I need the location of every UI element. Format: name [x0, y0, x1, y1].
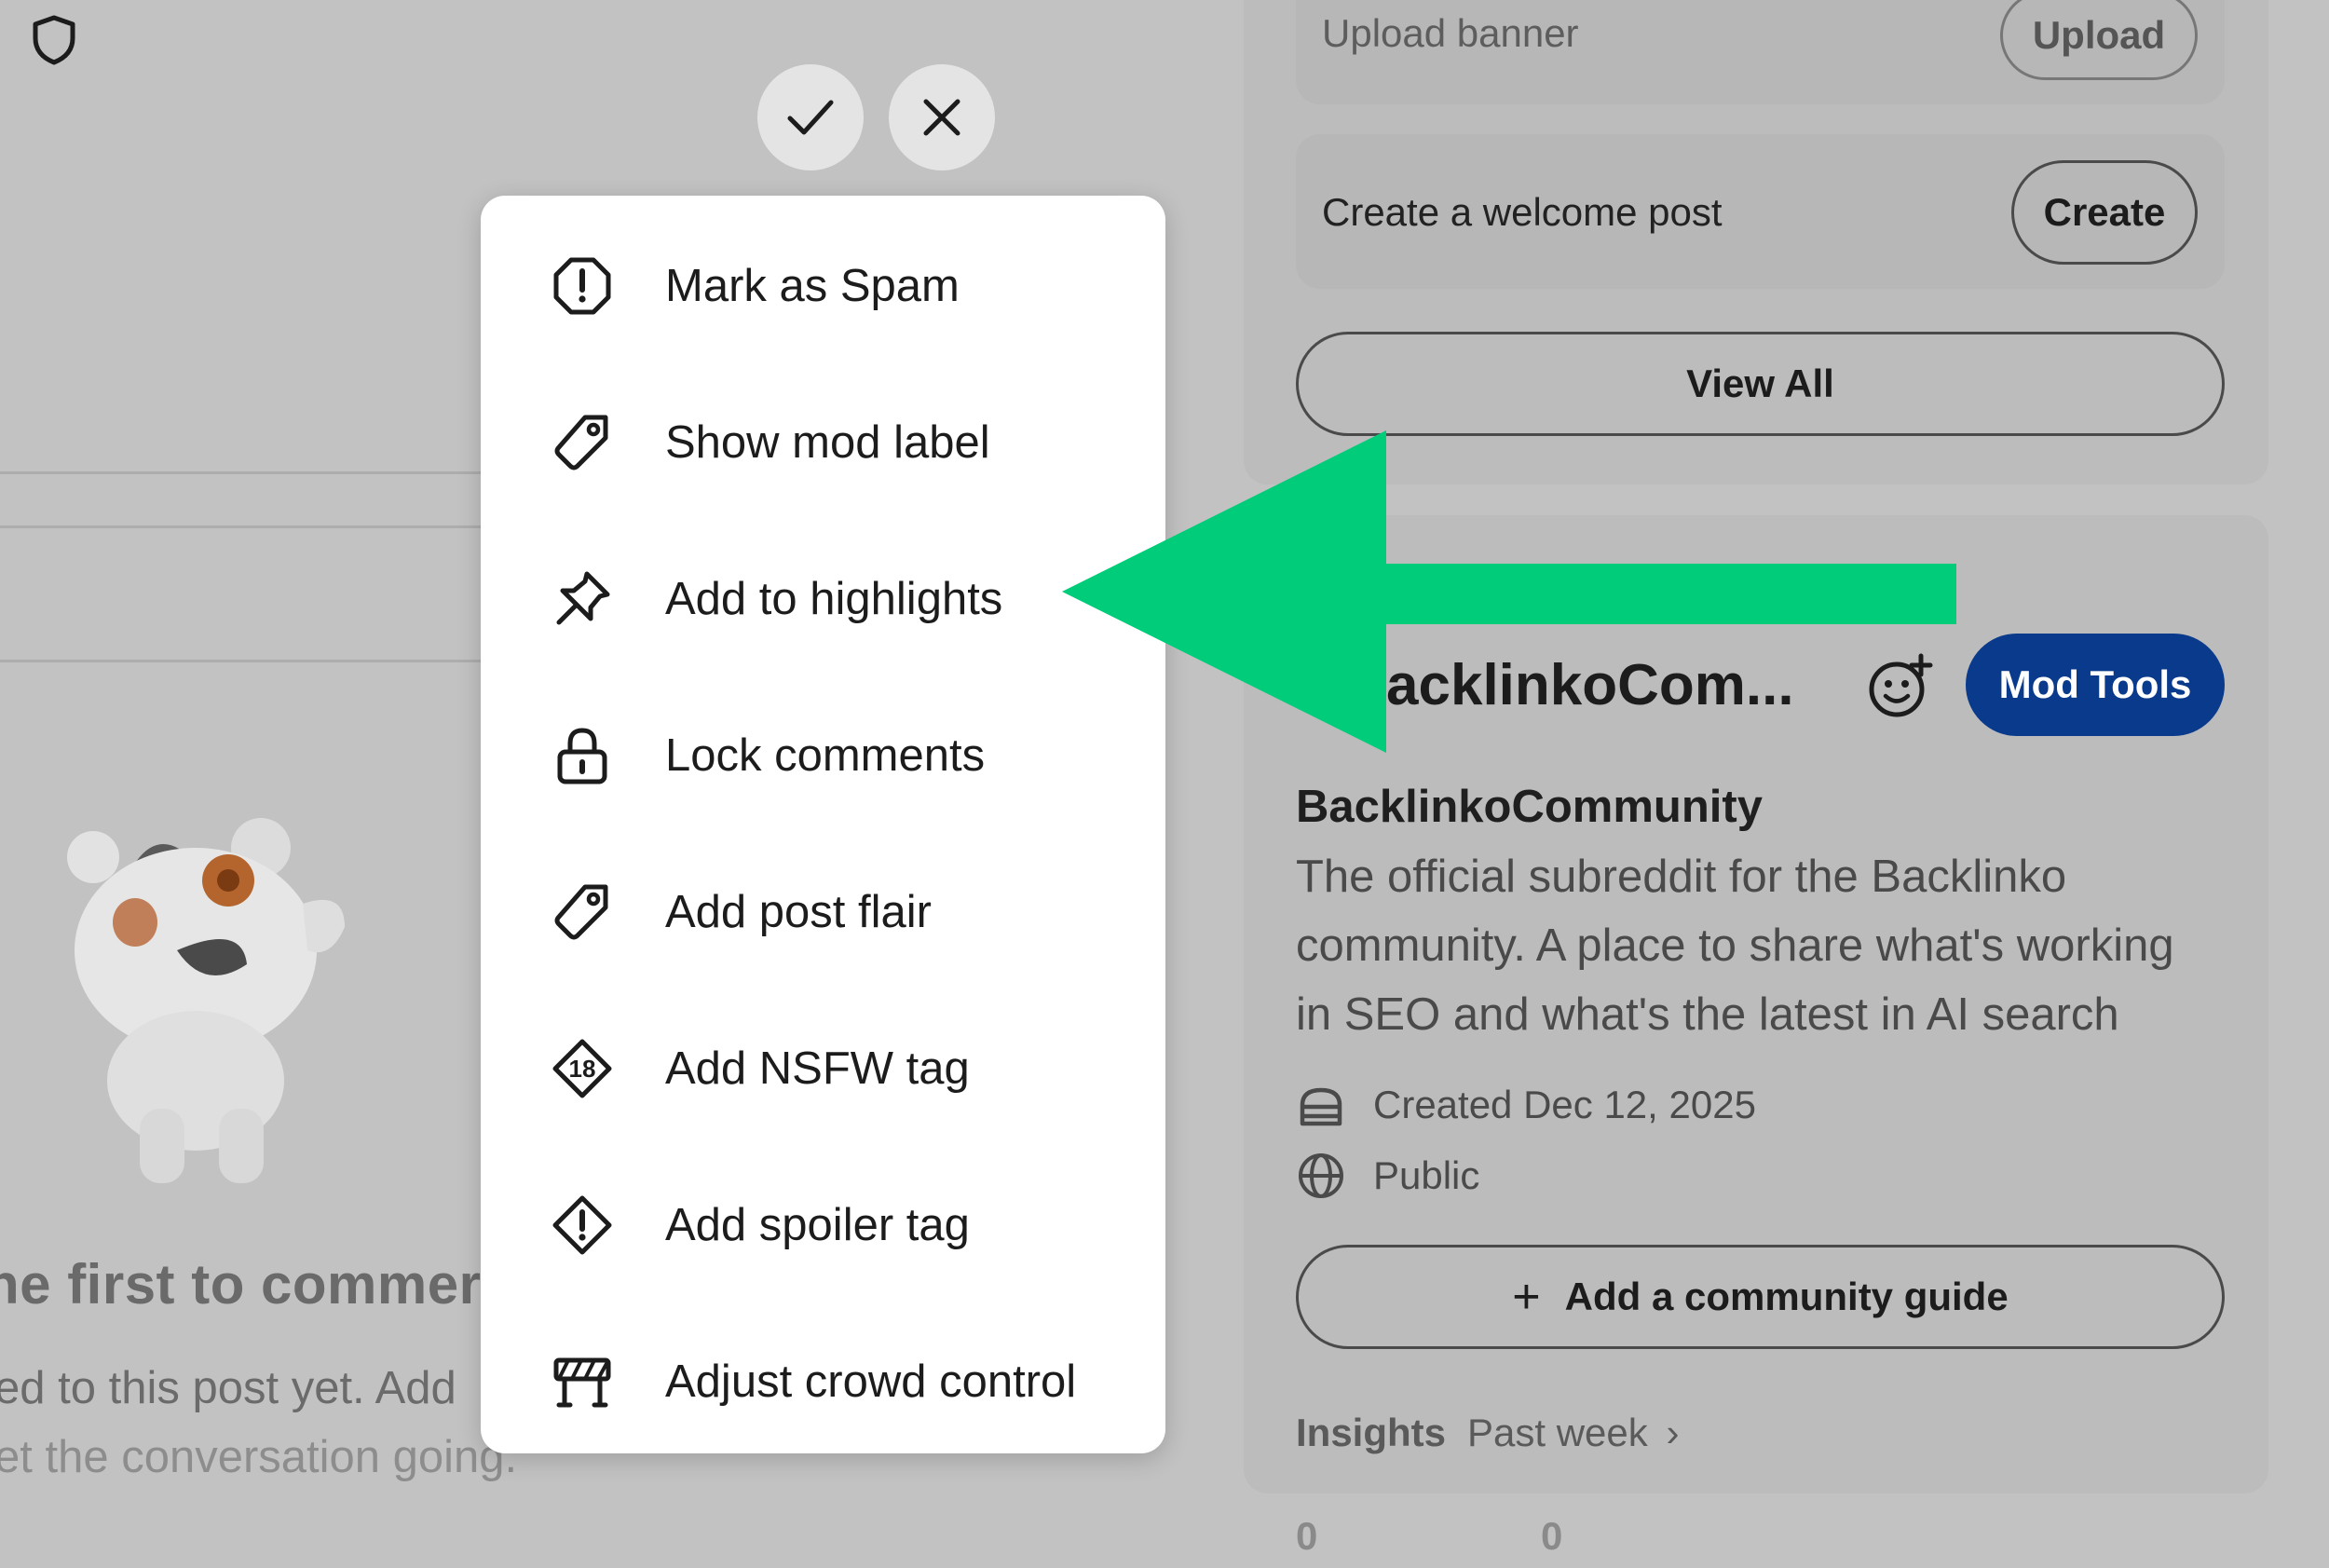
visibility-label: Public: [1373, 1153, 1480, 1197]
menu-item-label: Mark as Spam: [665, 261, 960, 311]
menu-item-label: Add to highlights: [665, 574, 1003, 624]
shield-icon: [33, 15, 75, 65]
view-all-button[interactable]: View All: [1296, 332, 2225, 436]
mod-shield-button[interactable]: [0, 0, 108, 80]
empty-comments-subtitle: ed to this post yet. Add: [0, 1363, 456, 1413]
cake-icon: [1300, 1087, 1342, 1126]
divider: [0, 471, 522, 474]
insights-period-link[interactable]: Past week ›: [1467, 1411, 1679, 1455]
empty-comments-title: he first to commer: [0, 1253, 482, 1316]
community-description: The official subreddit for the Backlinko: [1296, 852, 2067, 902]
tag-icon: [554, 884, 608, 940]
menu-item-label: Add spoiler tag: [665, 1200, 970, 1250]
community-description: community. A place to share what's worki…: [1296, 920, 2174, 971]
snoo-mascot-illustration: [67, 818, 345, 1183]
lock-icon: [557, 728, 607, 784]
menu-item-mark-as-spam[interactable]: Mark as Spam: [481, 216, 1165, 356]
add-guide-label: Add a community guide: [1564, 1275, 2009, 1318]
menu-item-adjust-crowd-control[interactable]: Adjust crowd control: [481, 1312, 1165, 1452]
community-name: BacklinkoCommunity: [1296, 782, 1763, 832]
menu-item-label: Add post flair: [665, 887, 932, 937]
approve-button[interactable]: [757, 64, 864, 170]
insights-period: Past week: [1467, 1411, 1648, 1454]
plus-icon: +: [1512, 1270, 1541, 1324]
annotation-arrow: [1062, 430, 1956, 753]
upload-banner-row: Upload banner Upload: [1296, 0, 2225, 104]
create-button[interactable]: Create: [2011, 160, 2198, 265]
mod-actions-menu: Mark as Spam Show mod label Add to highl…: [481, 196, 1165, 1453]
upload-button[interactable]: Upload: [2000, 0, 2198, 80]
divider: [0, 660, 522, 662]
remove-button[interactable]: [889, 64, 995, 170]
welcome-post-label: Create a welcome post: [1322, 190, 1723, 234]
check-icon: [787, 100, 834, 135]
menu-item-label: Adjust crowd control: [665, 1357, 1077, 1407]
chevron-right-icon: ›: [1666, 1411, 1680, 1454]
crowd-control-icon: [553, 1357, 611, 1408]
insights-label: Insights: [1296, 1411, 1447, 1454]
tag-icon: [554, 415, 608, 470]
close-icon: [923, 99, 960, 136]
nsfw-18-icon: 18: [552, 1039, 612, 1098]
community-description: in SEO and what's the latest in AI searc…: [1296, 989, 2119, 1040]
divider: [0, 525, 522, 528]
insights-stat: 0: [1541, 1514, 1563, 1558]
spoiler-diamond-icon: [552, 1195, 612, 1255]
pin-icon: [556, 571, 610, 625]
alert-octagon-icon: [553, 257, 611, 315]
welcome-post-row: Create a welcome post Create: [1296, 134, 2225, 289]
upload-banner-label: Upload banner: [1322, 11, 1579, 55]
created-date: Created Dec 12, 2025: [1373, 1083, 1756, 1126]
mod-tools-button[interactable]: Mod Tools: [1966, 634, 2225, 736]
menu-item-label: Show mod label: [665, 417, 990, 468]
menu-item-add-post-flair[interactable]: Add post flair: [481, 842, 1165, 982]
svg-text:18: 18: [569, 1055, 596, 1083]
insights-stat: 0: [1296, 1514, 1318, 1558]
menu-item-add-spoiler-tag[interactable]: Add spoiler tag: [481, 1155, 1165, 1295]
menu-item-label: Lock comments: [665, 730, 986, 781]
empty-comments-subtitle: et the conversation going.: [0, 1432, 518, 1482]
menu-item-add-nsfw-tag[interactable]: 18 Add NSFW tag: [481, 999, 1165, 1139]
menu-item-label: Add NSFW tag: [665, 1043, 970, 1094]
globe-icon: [1299, 1153, 1343, 1198]
add-community-guide-button[interactable]: + Add a community guide: [1296, 1245, 2225, 1349]
